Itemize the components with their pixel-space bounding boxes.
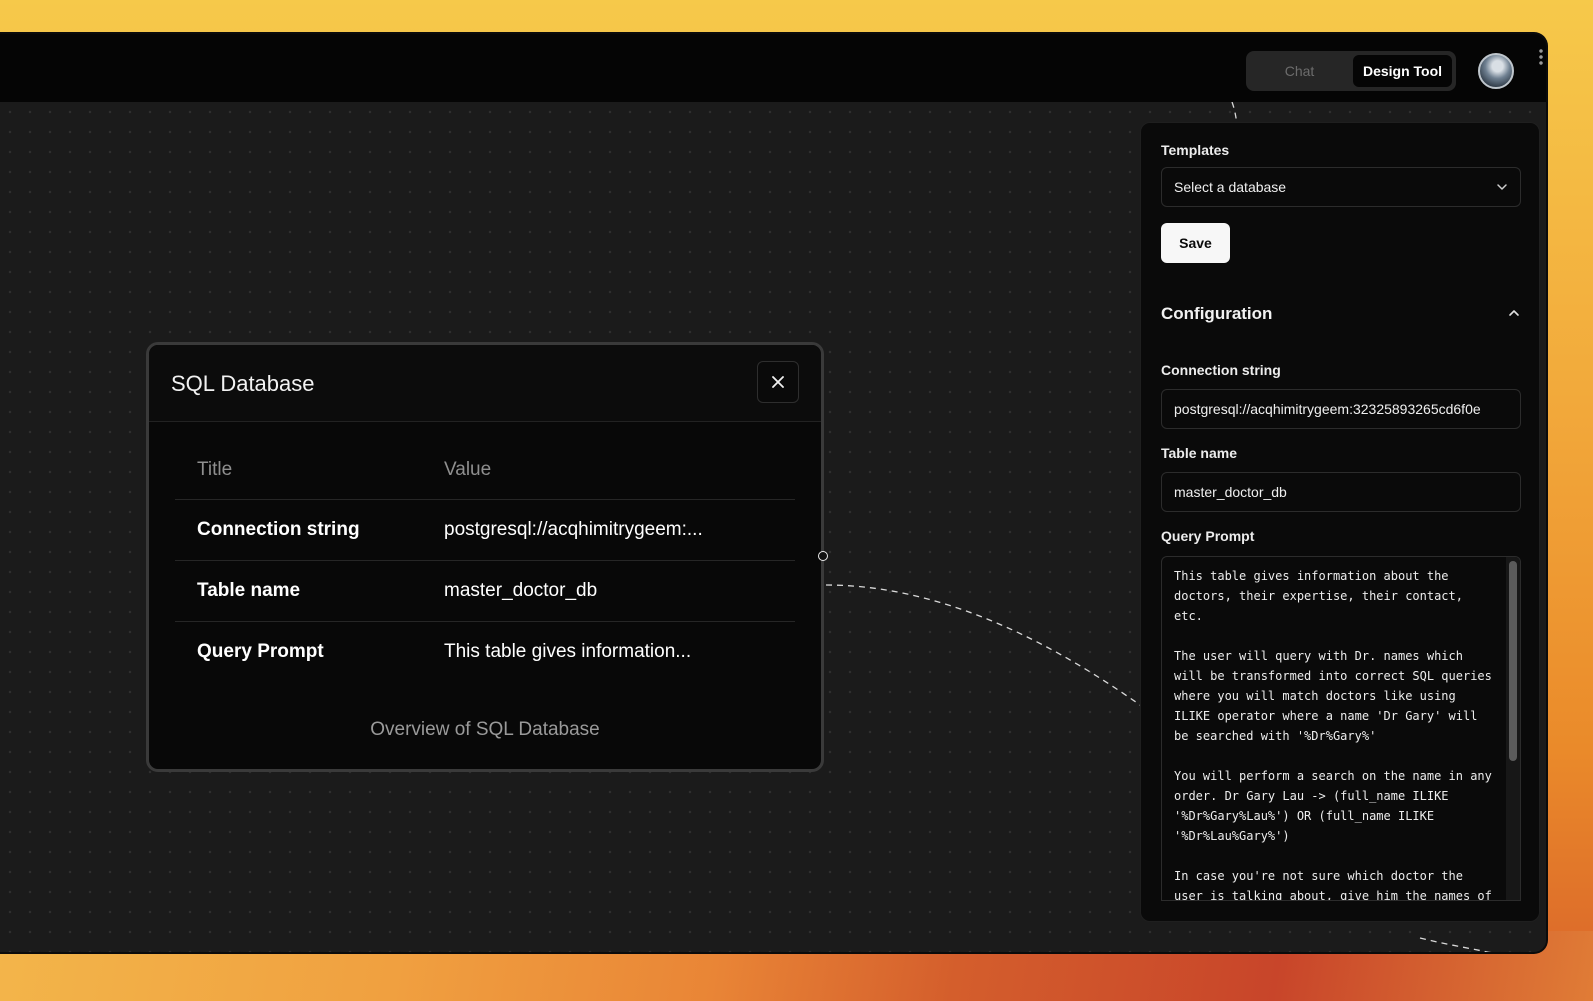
table-header-row: Title Value [175, 459, 795, 500]
overview-table: Title Value Connection string postgresql… [175, 459, 795, 682]
textarea-scrollbar[interactable] [1506, 557, 1520, 900]
edge-sql-to-panel [825, 584, 1151, 713]
app-window: Chat Design Tool Templates Select a data… [0, 32, 1548, 954]
row-value: master_doctor_db [444, 580, 598, 601]
row-value: This table gives information... [444, 641, 692, 662]
connection-string-label: Connection string [1161, 362, 1281, 378]
close-icon [772, 376, 784, 388]
node-header: SQL Database [149, 345, 821, 422]
query-prompt-textarea[interactable]: This table gives information about the d… [1161, 556, 1521, 901]
avatar[interactable] [1478, 53, 1514, 89]
save-button[interactable]: Save [1161, 223, 1230, 263]
scrollbar-thumb[interactable] [1509, 561, 1517, 761]
database-select-value: Select a database [1174, 179, 1287, 195]
node-output-handle[interactable] [818, 551, 828, 561]
table-row: Connection string postgresql://acqhimitr… [175, 500, 795, 561]
edge-top [1231, 102, 1238, 125]
query-prompt-label: Query Prompt [1161, 528, 1255, 544]
query-prompt-text: This table gives information about the d… [1174, 569, 1492, 901]
row-value: postgresql://acqhimitrygeem:... [444, 519, 703, 540]
table-caption: Overview of SQL Database [370, 719, 600, 740]
column-header-title: Title [197, 459, 233, 480]
table-row: Table name master_doctor_db [175, 561, 795, 622]
close-button[interactable] [757, 361, 799, 403]
tab-chat[interactable]: Chat [1250, 55, 1349, 87]
templates-label: Templates [1161, 142, 1230, 158]
config-panel: Templates Select a database Save Configu… [1140, 122, 1540, 922]
chevron-up-icon[interactable] [1507, 306, 1521, 320]
edge-bottom [1419, 937, 1491, 952]
database-select[interactable]: Select a database [1161, 167, 1521, 207]
connection-string-input[interactable]: postgresql://acqhimitrygeem:32325893265c… [1161, 389, 1521, 429]
row-title: Query Prompt [197, 641, 324, 662]
configuration-title: Configuration [1161, 304, 1273, 323]
table-name-label: Table name [1161, 445, 1237, 461]
top-bar: Chat Design Tool [0, 34, 1546, 102]
sql-database-node[interactable]: SQL Database Title Value Connection stri… [146, 342, 824, 772]
more-options-icon[interactable] [1539, 48, 1543, 66]
mode-switcher: Chat Design Tool [1246, 51, 1456, 91]
row-title: Connection string [197, 519, 360, 540]
tab-design-tool[interactable]: Design Tool [1353, 55, 1452, 87]
column-header-value: Value [444, 459, 492, 480]
chevron-down-icon [1497, 184, 1507, 190]
row-title: Table name [197, 580, 301, 601]
node-title: SQL Database [171, 371, 315, 396]
table-row: Query Prompt This table gives informatio… [175, 622, 795, 682]
table-name-input[interactable]: master_doctor_db [1161, 472, 1521, 512]
